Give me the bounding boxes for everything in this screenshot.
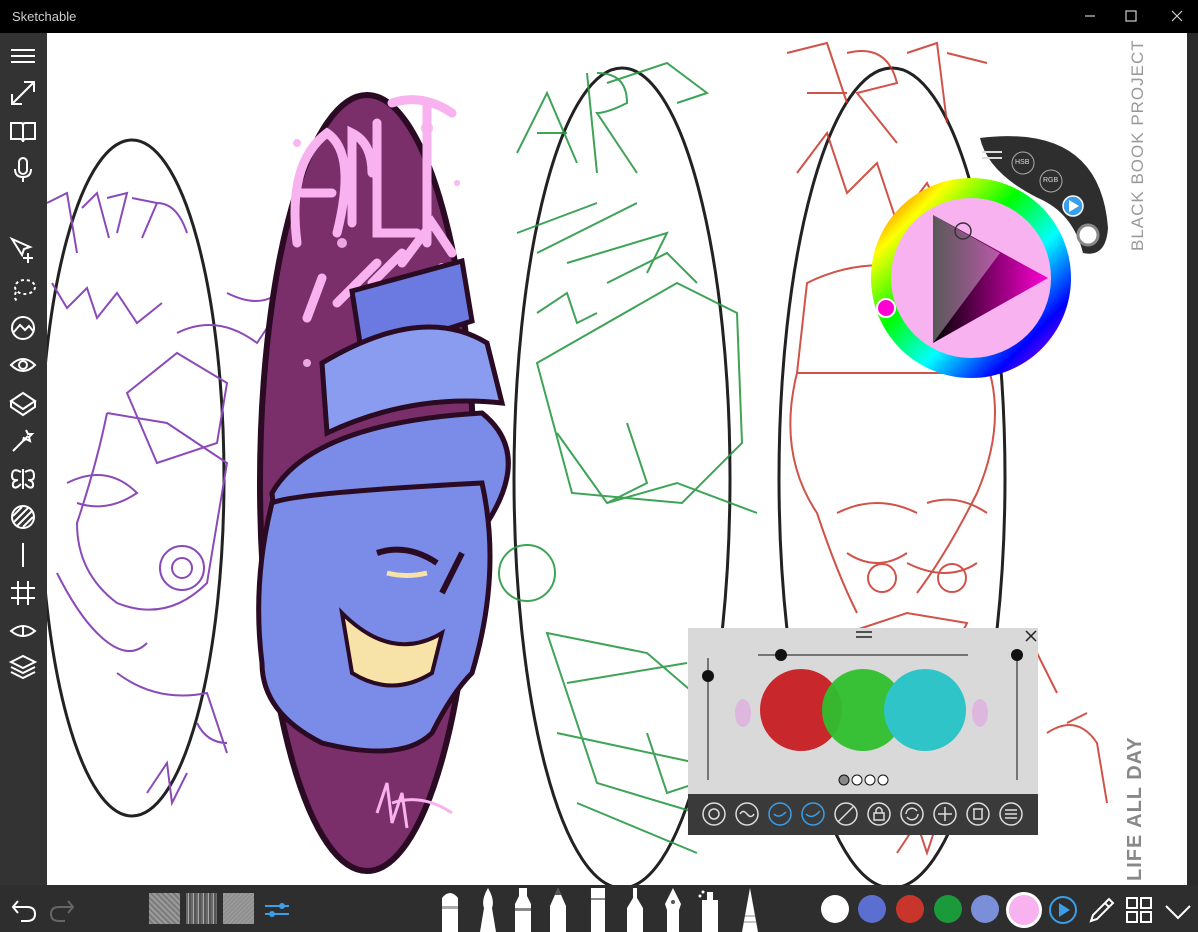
- eraser-icon[interactable]: [8, 388, 38, 418]
- rgb-label[interactable]: RGB: [1043, 177, 1058, 184]
- texture-swatch-2[interactable]: [186, 893, 217, 924]
- left-toolbar: [0, 33, 47, 885]
- maximize-icon[interactable]: [1116, 6, 1146, 26]
- mixer-left-slider: [702, 670, 714, 682]
- add-icon: [933, 802, 957, 826]
- hue-picker: [876, 298, 896, 318]
- mixer-page-dot-2: [851, 774, 863, 786]
- minimize-icon[interactable]: [1075, 6, 1105, 26]
- color-play-icon[interactable]: [1048, 895, 1078, 925]
- smudge-brush-icon[interactable]: [737, 886, 763, 932]
- texture-icon[interactable]: [8, 502, 38, 532]
- mix-icon: [801, 802, 825, 826]
- mixer-canvas[interactable]: [688, 628, 1038, 794]
- marker-brush-icon[interactable]: [437, 886, 463, 932]
- rotate-icon: [702, 802, 726, 826]
- right-edge: [1187, 33, 1198, 885]
- brush-icon[interactable]: [475, 886, 501, 932]
- mixer-page-dot-1: [838, 774, 850, 786]
- mixer-page-dot-4: [877, 774, 889, 786]
- mixer-close-icon: [1025, 630, 1037, 642]
- airbrush-icon[interactable]: [622, 886, 648, 932]
- side-text-right: BLACK BOOK PROJECT 2022: [1128, 33, 1147, 251]
- collapse-chevron-icon[interactable]: [1163, 897, 1193, 925]
- eyedropper-icon[interactable]: [1087, 895, 1115, 925]
- side-text-bottom: LIFE ALL DAY: [1124, 736, 1146, 881]
- mixer-page-dot-3: [864, 774, 876, 786]
- mixer-toolbar: [688, 794, 1038, 835]
- skateboard-sketch-1: [47, 138, 288, 818]
- select-move-icon[interactable]: [8, 235, 38, 265]
- undo-icon[interactable]: [10, 895, 38, 923]
- gallery-grid-icon[interactable]: [1124, 895, 1154, 925]
- microphone-icon[interactable]: [8, 155, 38, 185]
- lock-icon: [867, 802, 891, 826]
- book-icon[interactable]: [8, 117, 38, 147]
- felt-pen-icon[interactable]: [510, 886, 536, 932]
- symmetry-icon[interactable]: [8, 464, 38, 494]
- no-pick-icon: [834, 802, 858, 826]
- mixer-blob-cyan: [884, 669, 966, 751]
- color-swatch-green[interactable]: [934, 895, 962, 923]
- current-color-dot: [1076, 223, 1100, 247]
- settings-icon: [999, 802, 1023, 826]
- texture-swatch-3[interactable]: [223, 893, 254, 924]
- pen-icon[interactable]: [660, 886, 686, 932]
- wand-icon[interactable]: [8, 426, 38, 456]
- fill-icon[interactable]: [8, 313, 38, 343]
- menu-icon[interactable]: [8, 41, 38, 71]
- color-swatch-white[interactable]: [821, 895, 849, 923]
- color-wheel-panel[interactable]: HSB RGB: [870, 133, 1110, 383]
- trash-icon: [966, 802, 990, 826]
- pencil-icon[interactable]: [545, 886, 571, 932]
- spray-icon[interactable]: [697, 886, 723, 932]
- color-mixer-panel[interactable]: [688, 628, 1038, 835]
- blend-icon: [735, 802, 759, 826]
- close-icon[interactable]: [1162, 6, 1192, 26]
- title-bar: Sketchable: [0, 0, 1198, 33]
- layers-icon[interactable]: [8, 652, 38, 682]
- texture-settings-icon[interactable]: [262, 896, 292, 924]
- lasso-icon[interactable]: [8, 275, 38, 305]
- fullscreen-icon[interactable]: [8, 78, 38, 108]
- eye-icon[interactable]: [8, 350, 38, 380]
- smudge-icon: [768, 802, 792, 826]
- color-swatch-periwinkle[interactable]: [971, 895, 999, 923]
- skateboard-colored-2: [256, 92, 511, 874]
- redo-icon[interactable]: [48, 895, 76, 923]
- refresh-icon: [900, 802, 924, 826]
- color-swatch-blue[interactable]: [858, 895, 886, 923]
- mixer-top-slider: [775, 649, 787, 661]
- perspective-icon[interactable]: [8, 616, 38, 646]
- crayon-icon[interactable]: [585, 886, 611, 932]
- color-swatch-red[interactable]: [896, 895, 924, 923]
- color-swatch-active[interactable]: [1006, 892, 1042, 928]
- grid-icon[interactable]: [8, 578, 38, 608]
- mixer-drag-icon: [856, 631, 872, 638]
- hsb-label[interactable]: HSB: [1015, 159, 1029, 166]
- app-title: Sketchable: [12, 9, 77, 24]
- texture-swatch-1[interactable]: [149, 893, 180, 924]
- mixer-right-slider: [1011, 649, 1023, 661]
- ruler-icon[interactable]: [8, 540, 38, 570]
